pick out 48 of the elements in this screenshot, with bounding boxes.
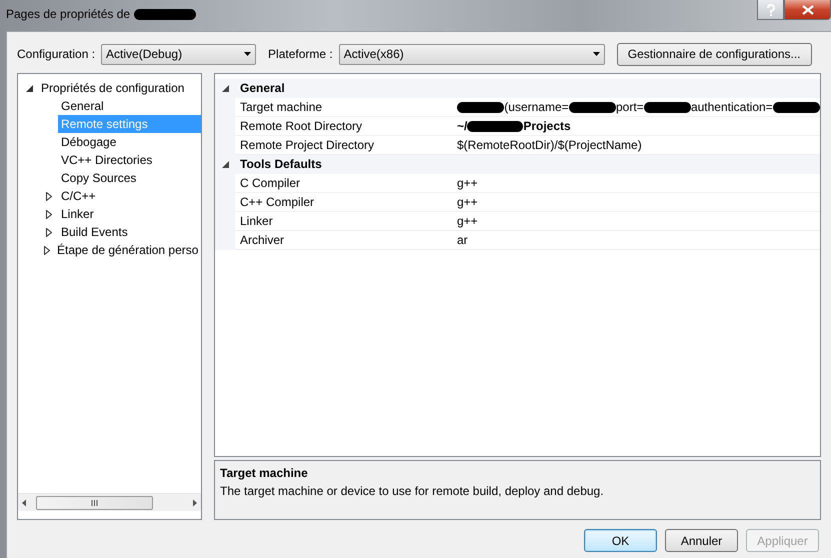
tree-item[interactable]: Copy Sources (58, 169, 201, 187)
collapsed-arrow-icon[interactable] (46, 210, 52, 218)
configuration-manager-button[interactable]: Gestionnaire de configurations... (616, 42, 812, 66)
collapsed-arrow-icon[interactable] (46, 192, 52, 200)
window-title: Pages de propriétés de (6, 7, 130, 21)
property-value[interactable]: g++ (452, 193, 820, 212)
property-name[interactable]: Remote Root Directory (235, 117, 452, 136)
scroll-right-icon[interactable] (191, 498, 199, 506)
dialog-button[interactable]: OK (584, 529, 657, 552)
close-button[interactable] (784, 0, 831, 20)
help-icon (766, 4, 776, 16)
property-value[interactable]: ~/ Projects (452, 117, 820, 136)
platform-label: Plateforme : (268, 47, 333, 61)
property-name[interactable]: Linker (235, 212, 452, 231)
configuration-dropdown[interactable]: Active(Debug) (101, 44, 256, 64)
dropdown-arrow-icon (244, 52, 252, 56)
description-text: The target machine or device to use for remote build, deploy and debug. (220, 484, 605, 498)
tree-item[interactable]: Build Events (58, 223, 201, 241)
tree-item[interactable]: C/C++ (58, 187, 201, 205)
property-value[interactable]: g++ (452, 174, 820, 193)
configuration-label: Configuration : (17, 47, 96, 61)
collapsed-arrow-icon[interactable] (44, 246, 50, 254)
platform-dropdown[interactable]: Active(x86) (338, 44, 605, 64)
dropdown-arrow-icon (592, 52, 600, 56)
tree-item[interactable]: Débogage (58, 133, 201, 151)
scrollbar-thumb[interactable] (36, 496, 153, 510)
tree-item[interactable]: Linker (58, 205, 201, 223)
expanded-arrow-icon[interactable] (222, 85, 229, 92)
scroll-left-icon[interactable] (20, 498, 28, 506)
property-name[interactable]: Target machine (235, 98, 452, 117)
tree-item[interactable]: VC++ Directories (58, 151, 201, 169)
dialog-button[interactable]: Annuler (665, 529, 738, 552)
property-name[interactable]: C Compiler (235, 174, 452, 193)
close-icon (802, 4, 814, 14)
property-value[interactable]: (username= port= authentication= (452, 98, 820, 117)
property-name[interactable]: Archiver (235, 231, 452, 250)
expanded-arrow-icon[interactable] (222, 161, 229, 168)
tree-item[interactable]: Étape de génération perso (54, 241, 201, 259)
property-value[interactable]: g++ (452, 212, 820, 231)
property-name[interactable]: C++ Compiler (235, 193, 452, 212)
description-title: Target machine (220, 466, 309, 480)
collapsed-arrow-icon[interactable] (46, 228, 52, 236)
expanded-arrow-icon[interactable] (26, 84, 32, 92)
help-button[interactable] (757, 0, 784, 20)
property-value[interactable]: ar (452, 231, 820, 250)
tree-item[interactable]: Propriétés de configuration (38, 79, 201, 97)
tree-item[interactable]: General (58, 97, 201, 115)
grip-icon (91, 500, 98, 506)
